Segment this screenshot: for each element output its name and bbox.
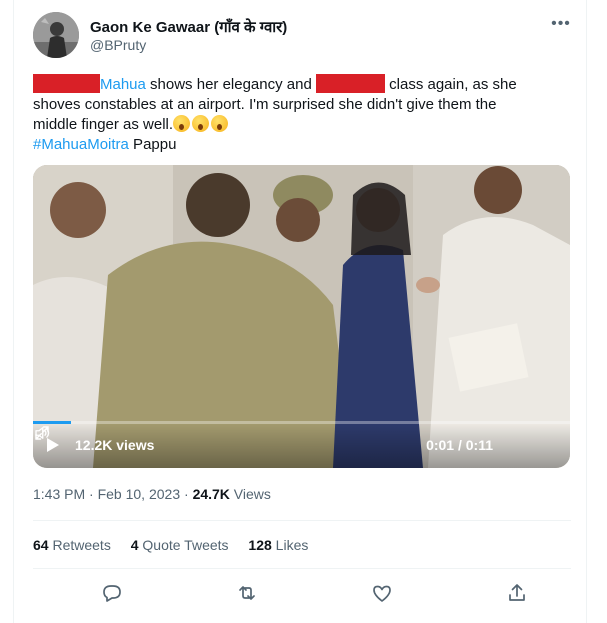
quote-tweets-count: 4 [130, 537, 139, 553]
likes-label: Likes [271, 537, 309, 553]
tweet-text-line-4: #MahuaMoitra Pappu [33, 135, 573, 155]
reply-icon[interactable] [100, 581, 124, 605]
author-handle[interactable]: @BPruty [90, 37, 146, 53]
tweet-date[interactable]: Feb 10, 2023 [98, 486, 181, 502]
author-name[interactable]: Gaon Ke Gawaar (गाँव के ग्वार) [90, 17, 287, 37]
heart-icon[interactable] [370, 581, 394, 605]
more-options-button[interactable]: ••• [548, 14, 574, 34]
video-views-count: 12.2K views [75, 437, 155, 453]
video-time-readout: 0:01 / 0:11 [426, 437, 493, 453]
shushing-face-emoji-icon [211, 115, 229, 132]
retweets-stat[interactable]: 64 Retweets [33, 537, 111, 553]
avatar[interactable] [33, 12, 79, 58]
shushing-face-emoji-icon [192, 115, 210, 132]
views-count: 24.7K [192, 486, 230, 502]
tweet-text-segment: shows her elegancy and [145, 76, 316, 93]
tweet-meta: 1:43 PM · Feb 10, 2023 · 24.7K Views [33, 486, 271, 502]
redaction-block [33, 74, 100, 93]
more-horizontal-icon: ••• [551, 15, 571, 32]
shushing-face-emoji-icon [173, 115, 191, 132]
retweet-icon[interactable] [235, 581, 259, 605]
tweet-text-segment: middle finger as well. [33, 116, 174, 133]
tweet-text-line-1: Mahua shows her elegancy and class again… [33, 74, 573, 95]
retweets-label: Retweets [48, 537, 111, 553]
quote-tweets-stat[interactable]: 4 Quote Tweets [131, 537, 229, 553]
hashtag-link[interactable]: #MahuaMoitra [33, 136, 129, 153]
fullscreen-icon[interactable] [33, 424, 51, 442]
likes-count: 128 [248, 537, 272, 553]
share-icon[interactable] [505, 581, 529, 605]
video-controls: 12.2K views 0:01 / 0:11 [33, 424, 570, 468]
quote-tweets-label: Quote Tweets [138, 537, 229, 553]
tweet-card: Gaon Ke Gawaar (गाँव के ग्वार) @BPruty •… [13, 0, 587, 623]
tweet-text-line-3: middle finger as well. [33, 115, 573, 135]
engagement-stats: 64 Retweets 4 Quote Tweets 128 Likes [33, 537, 324, 553]
mention-link[interactable]: Mahua [100, 76, 146, 93]
video-player[interactable]: 12.2K views 0:01 / 0:11 [33, 165, 570, 468]
retweets-count: 64 [33, 537, 49, 553]
tweet-time[interactable]: 1:43 PM [33, 486, 85, 502]
tweet-actions [33, 578, 571, 608]
redaction-block [315, 74, 385, 93]
meta-separator: · [85, 486, 98, 502]
likes-stat[interactable]: 128 Likes [248, 537, 308, 553]
tweet-text-segment: Pappu [128, 136, 177, 153]
views-label: Views [229, 486, 271, 502]
meta-separator: · [180, 486, 193, 502]
tweet-text: Mahua shows her elegancy and class again… [33, 74, 573, 155]
tweet-text-line-2: shoves constables at an airport. I'm sur… [33, 96, 497, 113]
divider [33, 568, 571, 569]
tweet-text-segment: class again, as she [384, 76, 517, 93]
divider [33, 520, 571, 521]
